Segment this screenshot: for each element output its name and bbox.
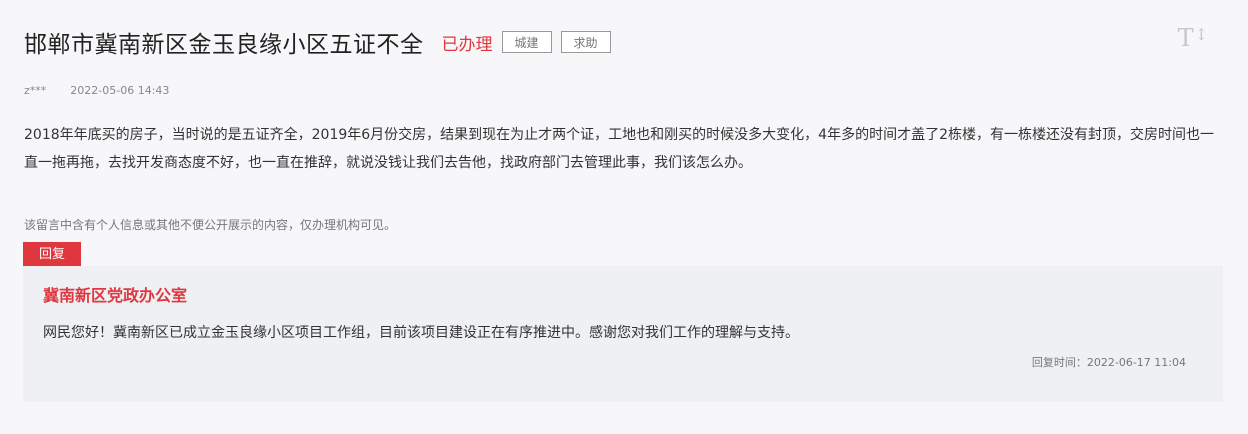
reply-text: 网民您好！冀南新区已成立金玉良缘小区项目工作组，目前该项目建设正在有序推进中。感… [43, 325, 799, 341]
author: z*** [24, 84, 47, 97]
reply-org: 冀南新区党政办公室 [43, 286, 188, 305]
status-badge: 已办理 [441, 34, 493, 55]
font-size-letter: T [1177, 24, 1194, 52]
font-size-icon[interactable]: T ↕ [1178, 24, 1208, 52]
privacy-notice: 该留言中含有个人信息或其他不便公开展示的内容，仅办理机构可见。 [24, 218, 397, 232]
post-content: 2018年年底买的房子，当时说的是五证齐全，2019年6月份交房，结果到现在为止… [24, 127, 1214, 171]
post-date: 2022-05-06 14:43 [70, 84, 170, 97]
tag-type[interactable]: 求助 [560, 31, 611, 53]
post-meta: z*** 2022-05-06 14:43 [24, 84, 169, 97]
reply-tab: 回复 [23, 242, 81, 267]
reply-box: 冀南新区党政办公室 网民您好！冀南新区已成立金玉良缘小区项目工作组，目前该项目建… [23, 266, 1223, 402]
page-title: 邯郸市冀南新区金玉良缘小区五证不全 [24, 32, 424, 58]
header: 邯郸市冀南新区金玉良缘小区五证不全 已办理 城建 求助 [24, 24, 611, 60]
reply-time: 回复时间：2022-06-17 11:04 [1031, 356, 1186, 369]
font-size-arrows: ↕ [1194, 25, 1208, 44]
tag-category[interactable]: 城建 [501, 31, 552, 53]
